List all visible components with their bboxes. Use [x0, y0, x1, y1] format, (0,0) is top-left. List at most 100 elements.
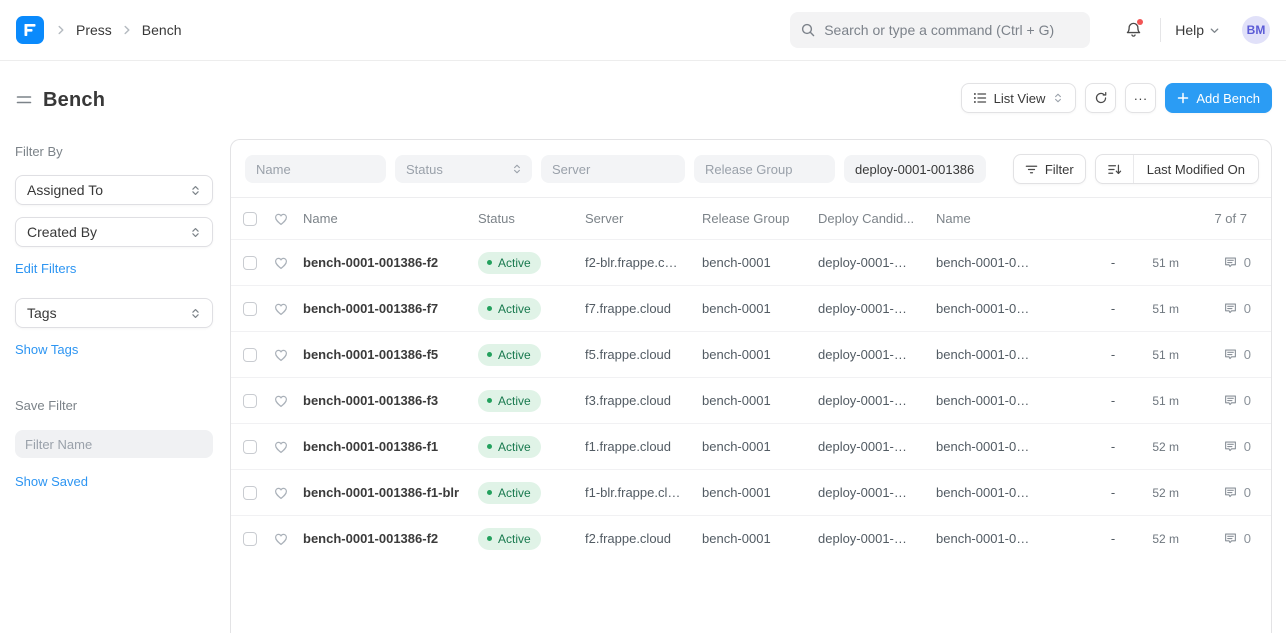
plus-icon	[1177, 92, 1189, 104]
refresh-button[interactable]	[1085, 83, 1116, 113]
add-bench-button[interactable]: Add Bench	[1165, 83, 1272, 113]
chevron-up-down-icon	[189, 226, 202, 239]
release-group-cell: bench-0001	[702, 347, 818, 362]
deploy-candidate-cell: deploy-0001-…	[818, 347, 936, 362]
bench-name: bench-0001-001386-f1	[303, 439, 478, 454]
tags-label: Tags	[27, 305, 57, 321]
deploy-candidate-cell: deploy-0001-…	[818, 255, 936, 270]
topbar-divider	[1160, 18, 1161, 42]
release-group-cell: bench-0001	[702, 301, 818, 316]
command-search[interactable]	[790, 12, 1090, 48]
favorite-heart-icon[interactable]	[273, 301, 303, 317]
row-checkbox[interactable]	[243, 256, 257, 270]
modified-cell: 52 m	[1131, 486, 1181, 500]
status-badge: Active	[478, 344, 541, 366]
main-area: List View ... Add Bench	[228, 61, 1286, 633]
sort-field-label[interactable]: Last Modified On	[1134, 162, 1258, 177]
header-name[interactable]: Name	[303, 211, 478, 226]
filter-status-select[interactable]: Status	[395, 155, 532, 183]
more-options-button[interactable]: ...	[1125, 83, 1156, 113]
chevron-up-down-icon	[511, 163, 523, 175]
add-bench-label: Add Bench	[1196, 91, 1260, 106]
name2-cell: bench-0001-0…	[936, 485, 1095, 500]
table-row[interactable]: bench-0001-001386-f7 Active f7.frappe.cl…	[231, 285, 1271, 331]
breadcrumb-item-bench[interactable]: Bench	[142, 22, 182, 38]
select-all-checkbox[interactable]	[243, 212, 257, 226]
comments-cell: 0	[1181, 393, 1255, 408]
help-menu[interactable]: Help	[1175, 22, 1220, 38]
notifications-button[interactable]	[1122, 19, 1144, 41]
row-checkbox[interactable]	[243, 348, 257, 362]
table-row[interactable]: bench-0001-001386-f1-blr Active f1-blr.f…	[231, 469, 1271, 515]
release-group-cell: bench-0001	[702, 255, 818, 270]
header-status[interactable]: Status	[478, 211, 585, 226]
edit-filters-link[interactable]: Edit Filters	[15, 261, 76, 276]
comment-icon	[1223, 301, 1238, 316]
comment-count: 0	[1244, 531, 1251, 546]
avatar[interactable]: BM	[1242, 16, 1270, 44]
favorite-heart-icon[interactable]	[273, 485, 303, 501]
help-label: Help	[1175, 22, 1204, 38]
name2-cell: bench-0001-0…	[936, 531, 1095, 546]
show-saved-link[interactable]: Show Saved	[15, 474, 88, 489]
filter-name-input[interactable]	[15, 430, 213, 458]
list-view-select[interactable]: List View	[961, 83, 1077, 113]
chevron-right-icon	[120, 23, 134, 37]
favorite-heart-icon[interactable]	[273, 439, 303, 455]
tag-cell: -	[1095, 531, 1131, 546]
filter-funnel-icon	[1025, 163, 1038, 176]
table-row[interactable]: bench-0001-001386-f1 Active f1.frappe.cl…	[231, 423, 1271, 469]
tag-cell: -	[1095, 485, 1131, 500]
row-checkbox[interactable]	[243, 486, 257, 500]
breadcrumb: Press Bench	[54, 22, 182, 38]
bench-name: bench-0001-001386-f1-blr	[303, 485, 478, 500]
filter-bar: Status Filter	[231, 140, 1271, 197]
page-title: Bench	[43, 89, 105, 112]
show-tags-link[interactable]: Show Tags	[15, 342, 78, 357]
server-cell: f1-blr.frappe.cl…	[585, 485, 702, 500]
sort-button[interactable]	[1096, 155, 1134, 183]
status-dot-icon	[487, 536, 492, 541]
favorite-heart-icon[interactable]	[273, 347, 303, 363]
row-checkbox[interactable]	[243, 394, 257, 408]
comment-icon	[1223, 439, 1238, 454]
status-label: Active	[498, 440, 531, 454]
name2-cell: bench-0001-0…	[936, 255, 1095, 270]
search-input[interactable]	[824, 22, 1080, 38]
filter-server-field[interactable]	[541, 155, 685, 183]
favorite-heart-icon[interactable]	[273, 255, 303, 271]
filter-release-group-field[interactable]	[694, 155, 835, 183]
header-server[interactable]: Server	[585, 211, 702, 226]
bench-name: bench-0001-001386-f7	[303, 301, 478, 316]
frappe-logo[interactable]	[16, 16, 44, 44]
chevron-down-icon	[1209, 25, 1220, 36]
created-by-select[interactable]: Created By	[15, 217, 213, 247]
filter-by-label: Filter By	[15, 144, 213, 159]
tags-select[interactable]: Tags	[15, 298, 213, 328]
filter-button[interactable]: Filter	[1013, 154, 1086, 184]
header-release-group[interactable]: Release Group	[702, 211, 818, 226]
tag-cell: -	[1095, 439, 1131, 454]
breadcrumb-item-press[interactable]: Press	[76, 22, 112, 38]
header-name2[interactable]: Name	[936, 211, 1095, 226]
comment-icon	[1223, 347, 1238, 362]
sort-control[interactable]: Last Modified On	[1095, 154, 1259, 184]
row-checkbox[interactable]	[243, 302, 257, 316]
sort-descending-icon	[1107, 162, 1122, 177]
row-checkbox[interactable]	[243, 440, 257, 454]
comment-count: 0	[1244, 485, 1251, 500]
table-row[interactable]: bench-0001-001386-f3 Active f3.frappe.cl…	[231, 377, 1271, 423]
table-row[interactable]: bench-0001-001386-f2 Active f2.frappe.cl…	[231, 515, 1271, 561]
favorite-heart-icon[interactable]	[273, 531, 303, 547]
table-row[interactable]: bench-0001-001386-f2 Active f2-blr.frapp…	[231, 239, 1271, 285]
filter-name-field[interactable]	[245, 155, 386, 183]
favorite-heart-icon[interactable]	[273, 393, 303, 409]
comments-cell: 0	[1181, 301, 1255, 316]
row-checkbox[interactable]	[243, 532, 257, 546]
table-row[interactable]: bench-0001-001386-f5 Active f5.frappe.cl…	[231, 331, 1271, 377]
header-deploy-candidate[interactable]: Deploy Candid...	[818, 211, 936, 226]
sidebar-toggle-icon[interactable]	[15, 91, 33, 109]
assigned-to-select[interactable]: Assigned To	[15, 175, 213, 205]
filter-deploy-candidate-field[interactable]	[844, 155, 986, 183]
name2-cell: bench-0001-0…	[936, 439, 1095, 454]
